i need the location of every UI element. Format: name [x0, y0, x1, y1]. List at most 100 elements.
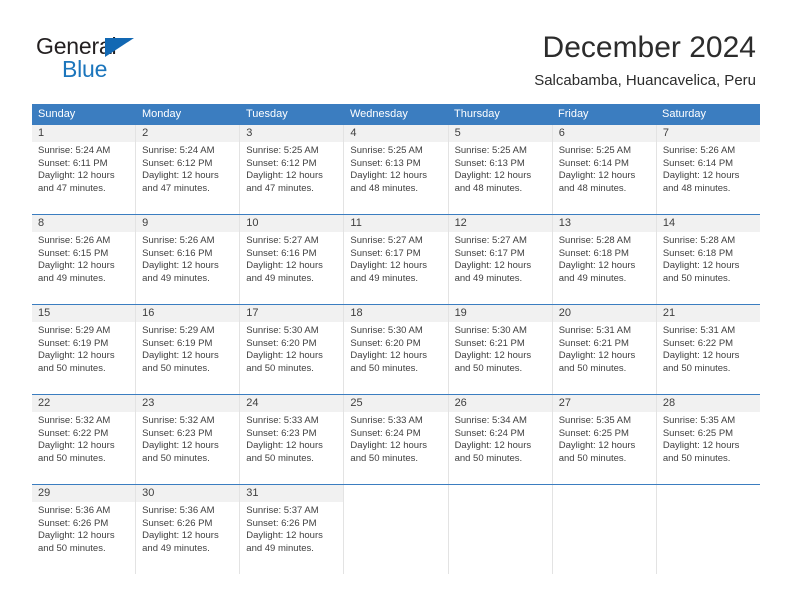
daylight-text: Daylight: 12 hours and 50 minutes.: [142, 350, 219, 374]
day-cell[interactable]: 30 Sunrise: 5:36 AM Sunset: 6:26 PM Dayligh…: [136, 485, 241, 574]
day-number: 23: [136, 395, 240, 412]
sunset-text: Sunset: 6:11 PM: [38, 157, 108, 169]
day-number: 24: [240, 395, 344, 412]
day-cell[interactable]: 28 Sunrise: 5:35 AM Sunset: 6:25 PM Dayligh…: [656, 395, 760, 484]
day-cell-empty: [552, 485, 657, 574]
day-cell[interactable]: 31 Sunrise: 5:37 AM Sunset: 6:26 PM Dayligh…: [240, 485, 345, 574]
day-info: Sunrise: 5:25 AM Sunset: 6:13 PM Daylight:…: [344, 142, 447, 195]
day-info: Sunrise: 5:29 AM Sunset: 6:19 PM Daylight:…: [32, 322, 135, 375]
day-cell[interactable]: 2 Sunrise: 5:24 AM Sunset: 6:12 PM Daylight…: [136, 125, 241, 214]
day-cell[interactable]: 19 Sunrise: 5:30 AM Sunset: 6:21 PM Dayligh…: [448, 305, 553, 394]
day-cell[interactable]: 5 Sunrise: 5:25 AM Sunset: 6:13 PM Daylight…: [448, 125, 553, 214]
daylight-text: Daylight: 12 hours and 49 minutes.: [246, 530, 323, 554]
sunrise-text: Sunrise: 5:37 AM: [246, 505, 319, 516]
day-cell-empty: [448, 485, 553, 574]
sunset-text: Sunset: 6:14 PM: [662, 157, 734, 169]
daylight-text: Daylight: 12 hours and 48 minutes.: [558, 170, 636, 194]
day-info: Sunrise: 5:33 AM Sunset: 6:23 PM Daylight:…: [240, 412, 343, 465]
daylight-text: Daylight: 12 hours and 48 minutes.: [454, 170, 532, 194]
sunset-text: Sunset: 6:18 PM: [662, 247, 734, 259]
day-cell[interactable]: 11 Sunrise: 5:27 AM Sunset: 6:17 PM Dayligh…: [344, 215, 449, 304]
daylight-text: Daylight: 12 hours and 50 minutes.: [350, 440, 427, 464]
day-number: 11: [344, 215, 448, 232]
day-cell[interactable]: 7 Sunrise: 5:26 AM Sunset: 6:14 PM Daylight…: [656, 125, 760, 214]
sunrise-text: Sunrise: 5:27 AM: [246, 235, 319, 246]
daylight-text: Daylight: 12 hours and 47 minutes.: [38, 170, 115, 194]
sunrise-text: Sunrise: 5:24 AM: [142, 145, 215, 156]
day-cell[interactable]: 16 Sunrise: 5:29 AM Sunset: 6:19 PM Dayligh…: [136, 305, 241, 394]
daylight-text: Daylight: 12 hours and 49 minutes.: [454, 260, 532, 284]
sunset-text: Sunset: 6:12 PM: [142, 157, 213, 169]
day-number: 28: [656, 395, 760, 412]
daylight-text: Daylight: 12 hours and 49 minutes.: [350, 260, 427, 284]
sunset-text: Sunset: 6:12 PM: [246, 157, 317, 169]
sunset-text: Sunset: 6:17 PM: [454, 247, 525, 259]
daylight-text: Daylight: 12 hours and 49 minutes.: [142, 530, 219, 554]
day-number: 18: [344, 305, 448, 322]
sunset-text: Sunset: 6:23 PM: [246, 427, 317, 439]
day-info: Sunrise: 5:27 AM Sunset: 6:17 PM Daylight:…: [449, 232, 552, 285]
day-cell[interactable]: 8 Sunrise: 5:26 AM Sunset: 6:15 PM Daylight…: [32, 215, 137, 304]
weekday-header-sunday: Sunday: [38, 108, 76, 120]
day-cell[interactable]: 22 Sunrise: 5:32 AM Sunset: 6:22 PM Dayligh…: [32, 395, 137, 484]
daylight-text: Daylight: 12 hours and 50 minutes.: [662, 350, 740, 374]
day-info: Sunrise: 5:35 AM Sunset: 6:25 PM Daylight:…: [553, 412, 656, 465]
day-cell[interactable]: 27 Sunrise: 5:35 AM Sunset: 6:25 PM Dayligh…: [552, 395, 657, 484]
day-number: [656, 485, 760, 502]
daylight-text: Daylight: 12 hours and 47 minutes.: [246, 170, 323, 194]
day-info: Sunrise: 5:35 AM Sunset: 6:25 PM Daylight:…: [657, 412, 760, 465]
sunset-text: Sunset: 6:19 PM: [38, 337, 109, 349]
sunrise-text: Sunrise: 5:25 AM: [454, 145, 527, 156]
sunrise-text: Sunrise: 5:25 AM: [350, 145, 423, 156]
day-info: Sunrise: 5:26 AM Sunset: 6:16 PM Daylight:…: [136, 232, 239, 285]
day-cell[interactable]: 14 Sunrise: 5:28 AM Sunset: 6:18 PM Dayligh…: [656, 215, 760, 304]
sunset-text: Sunset: 6:20 PM: [246, 337, 317, 349]
daylight-text: Daylight: 12 hours and 50 minutes.: [38, 530, 115, 554]
day-cell[interactable]: 29 Sunrise: 5:36 AM Sunset: 6:26 PM Dayligh…: [32, 485, 137, 574]
day-info: Sunrise: 5:32 AM Sunset: 6:22 PM Daylight:…: [32, 412, 135, 465]
day-number: [552, 485, 656, 502]
day-info: Sunrise: 5:24 AM Sunset: 6:11 PM Daylight:…: [32, 142, 135, 195]
day-cell[interactable]: 6 Sunrise: 5:25 AM Sunset: 6:14 PM Daylight…: [552, 125, 657, 214]
day-cell[interactable]: 25 Sunrise: 5:33 AM Sunset: 6:24 PM Dayligh…: [344, 395, 449, 484]
daylight-text: Daylight: 12 hours and 49 minutes.: [558, 260, 636, 284]
sunrise-text: Sunrise: 5:26 AM: [142, 235, 215, 246]
day-cell[interactable]: 13 Sunrise: 5:28 AM Sunset: 6:18 PM Dayligh…: [552, 215, 657, 304]
day-info: Sunrise: 5:32 AM Sunset: 6:23 PM Daylight:…: [136, 412, 239, 465]
day-cell[interactable]: 17 Sunrise: 5:30 AM Sunset: 6:20 PM Dayligh…: [240, 305, 345, 394]
day-number: 12: [448, 215, 552, 232]
day-cell[interactable]: 23 Sunrise: 5:32 AM Sunset: 6:23 PM Dayligh…: [136, 395, 241, 484]
day-number: 30: [136, 485, 240, 502]
sunset-text: Sunset: 6:15 PM: [38, 247, 109, 259]
weekday-header-friday: Friday: [558, 108, 589, 120]
day-cell[interactable]: 3 Sunrise: 5:25 AM Sunset: 6:12 PM Daylight…: [240, 125, 345, 214]
title-block: December 2024 Salcabamba, Huancavelica, …: [534, 30, 756, 90]
page-header: General Blue December 2024 Salcabamba, H…: [0, 0, 792, 98]
sunrise-text: Sunrise: 5:28 AM: [558, 235, 632, 246]
day-cell[interactable]: 12 Sunrise: 5:27 AM Sunset: 6:17 PM Dayligh…: [448, 215, 553, 304]
day-cell-empty: [656, 485, 760, 574]
sunset-text: Sunset: 6:14 PM: [558, 157, 629, 169]
day-info: Sunrise: 5:30 AM Sunset: 6:20 PM Daylight:…: [344, 322, 447, 375]
day-cell[interactable]: 18 Sunrise: 5:30 AM Sunset: 6:20 PM Dayligh…: [344, 305, 449, 394]
day-cell[interactable]: 4 Sunrise: 5:25 AM Sunset: 6:13 PM Daylight…: [344, 125, 449, 214]
day-cell[interactable]: 9 Sunrise: 5:26 AM Sunset: 6:16 PM Daylight…: [136, 215, 241, 304]
sunrise-text: Sunrise: 5:27 AM: [350, 235, 423, 246]
sunrise-text: Sunrise: 5:24 AM: [38, 145, 111, 156]
calendar-weeks: 1 Sunrise: 5:24 AM Sunset: 6:11 PM Daylight…: [32, 125, 760, 574]
day-number: [344, 485, 448, 502]
day-info: Sunrise: 5:31 AM Sunset: 6:21 PM Daylight:…: [553, 322, 656, 375]
daylight-text: Daylight: 12 hours and 49 minutes.: [38, 260, 115, 284]
day-cell[interactable]: 1 Sunrise: 5:24 AM Sunset: 6:11 PM Daylight…: [32, 125, 137, 214]
day-cell[interactable]: 20 Sunrise: 5:31 AM Sunset: 6:21 PM Dayligh…: [552, 305, 657, 394]
sunset-text: Sunset: 6:25 PM: [558, 427, 629, 439]
day-cell[interactable]: 15 Sunrise: 5:29 AM Sunset: 6:19 PM Dayligh…: [32, 305, 137, 394]
day-cell[interactable]: 26 Sunrise: 5:34 AM Sunset: 6:24 PM Dayligh…: [448, 395, 553, 484]
sunrise-text: Sunrise: 5:31 AM: [558, 325, 632, 336]
day-info: Sunrise: 5:29 AM Sunset: 6:19 PM Daylight:…: [136, 322, 239, 375]
day-info: Sunrise: 5:31 AM Sunset: 6:22 PM Daylight:…: [657, 322, 760, 375]
day-info: Sunrise: 5:25 AM Sunset: 6:13 PM Daylight:…: [449, 142, 552, 195]
day-cell[interactable]: 10 Sunrise: 5:27 AM Sunset: 6:16 PM Dayligh…: [240, 215, 345, 304]
day-cell[interactable]: 21 Sunrise: 5:31 AM Sunset: 6:22 PM Dayligh…: [656, 305, 760, 394]
day-cell[interactable]: 24 Sunrise: 5:33 AM Sunset: 6:23 PM Dayligh…: [240, 395, 345, 484]
